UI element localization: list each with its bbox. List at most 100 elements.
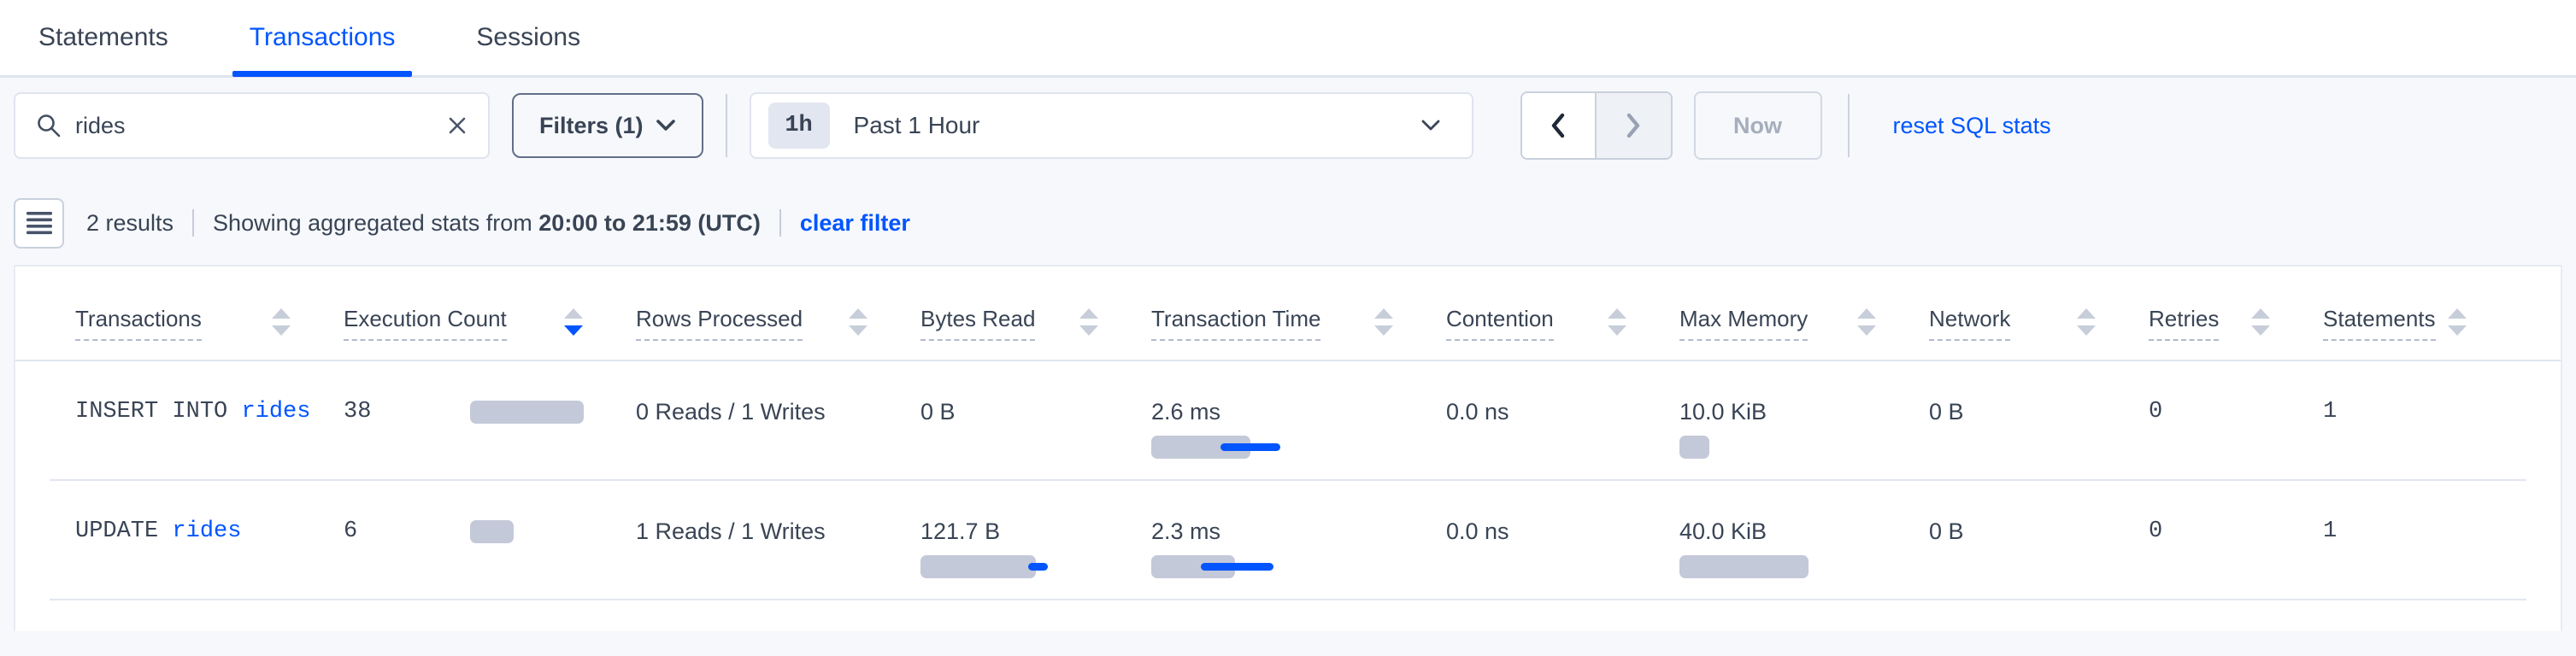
transaction-time-cell: 2.6 ms [1151,361,1446,481]
bytes-read-cell: 0 B [920,361,1151,481]
showing-stats-range: 20:00 to 21:59 (UTC) [538,210,761,236]
column-header-label[interactable]: Execution Count [344,306,507,341]
table-row: INSERT INTO rides380 Reads / 1 Writes0 B… [15,361,2561,481]
max-memory-cell: 10.0 KiB [1679,361,1929,481]
statements-cell: 1 [2323,481,2520,600]
tab-label: Sessions [476,23,580,52]
time-range-label: Past 1 Hour [854,112,1420,139]
column-header-bytes-read[interactable]: Bytes Read [920,306,1151,360]
divider [779,209,781,237]
next-time-range-button[interactable] [1597,93,1671,158]
divider [726,94,727,157]
results-count: 2 results [86,210,173,237]
filters-button[interactable]: Filters (1) [512,93,703,158]
table-row: UPDATE rides61 Reads / 1 Writes121.7 B2.… [15,481,2561,600]
sql-text: INSERT INTO [75,399,241,425]
divider [192,209,194,237]
column-header-label[interactable]: Retries [2149,306,2219,341]
bar-gray [1679,436,1709,459]
sort-icon[interactable] [562,307,585,337]
network-cell: 0 B [1929,361,2149,481]
network-cell: 0 B [1929,481,2149,600]
previous-time-range-button[interactable] [1522,93,1597,158]
column-header-max-memory[interactable]: Max Memory [1679,306,1929,360]
chevron-down-icon [1420,119,1441,132]
transaction-fingerprint-cell: INSERT INTO rides [75,361,344,481]
chevron-down-icon [656,119,676,132]
column-header-transactions[interactable]: Transactions [75,306,344,360]
results-bar: 2 results Showing aggregated stats from … [14,197,2562,249]
tab-sessions[interactable]: Sessions [459,0,597,75]
execution-count-bar [470,520,514,543]
column-header-network[interactable]: Network [1929,306,2149,360]
sort-icon[interactable] [1078,307,1100,337]
transactions-table: Transactions Execution Count Rows Processe… [14,265,2562,631]
bar-blue [1220,443,1280,451]
column-header-label[interactable]: Statements [2323,306,2436,341]
transaction-fingerprint-link[interactable]: rides [241,399,310,425]
table-header-row: Transactions Execution Count Rows Processe… [15,266,2561,361]
chevron-right-icon [1622,111,1644,140]
execution-count-cell: 38 [344,361,636,481]
now-button[interactable]: Now [1694,91,1822,160]
sort-icon[interactable] [847,307,869,337]
bytes-read-value: 0 B [920,399,1151,425]
execution-count-value: 38 [344,399,470,425]
transaction-time-cell: 2.3 ms [1151,481,1446,600]
column-header-rows-processed[interactable]: Rows Processed [636,306,920,360]
column-header-execution-count[interactable]: Execution Count [344,306,636,360]
execution-count-line: 38 [344,399,636,425]
sql-text: UPDATE [75,518,172,544]
execution-count-bar [470,401,584,424]
column-header-statements[interactable]: Statements [2323,306,2520,360]
column-header-transaction-time[interactable]: Transaction Time [1151,306,1446,360]
showing-stats-text: Showing aggregated stats from 20:00 to 2… [213,210,761,237]
retries-cell: 0 [2149,361,2323,481]
sort-icon[interactable] [1373,307,1395,337]
column-header-contention[interactable]: Contention [1446,306,1679,360]
divider [1848,94,1850,157]
column-header-label[interactable]: Transaction Time [1151,306,1320,341]
column-header-label[interactable]: Network [1929,306,2010,341]
column-list-icon [26,210,53,236]
bar-blue [1201,563,1273,571]
bar-blue [1028,563,1048,571]
tab-label: Statements [38,23,168,52]
tab-statements[interactable]: Statements [21,0,185,75]
rows-processed-cell: 0 Reads / 1 Writes [636,361,920,481]
sort-icon[interactable] [2446,307,2468,337]
time-range-badge: 1h [768,102,830,149]
filters-button-label: Filters (1) [539,113,644,139]
sort-icon[interactable] [2250,307,2272,337]
sort-icon[interactable] [270,307,292,337]
contention-cell: 0.0 ns [1446,481,1679,600]
reset-sql-stats-link[interactable]: reset SQL stats [1893,113,2051,139]
sort-icon[interactable] [2075,307,2097,337]
time-range-selector[interactable]: 1h Past 1 Hour [750,92,1473,159]
column-header-label[interactable]: Transactions [75,306,202,341]
tab-label: Transactions [250,23,396,52]
search-box[interactable] [14,92,490,159]
column-selector-button[interactable] [14,198,64,249]
column-header-label[interactable]: Bytes Read [920,306,1035,341]
contention-value: 0.0 ns [1446,518,1679,545]
column-header-retries[interactable]: Retries [2149,306,2323,360]
row-separator [50,599,2526,600]
sort-icon[interactable] [1606,307,1628,337]
bytes-read-cell: 121.7 B [920,481,1151,600]
tabs-bar: Statements Transactions Sessions [0,0,2576,75]
sort-icon[interactable] [1856,307,1878,337]
transaction-fingerprint-link[interactable]: rides [172,518,241,544]
close-icon[interactable] [447,115,468,136]
filter-row: Filters (1) 1h Past 1 Hour [14,78,2562,160]
time-range-nav [1520,91,1673,160]
clear-filter-link[interactable]: clear filter [800,210,910,237]
column-header-label[interactable]: Contention [1446,306,1554,341]
tab-transactions[interactable]: Transactions [232,0,413,75]
search-icon [36,113,62,138]
max-memory-value: 10.0 KiB [1679,399,1929,425]
retries-cell: 0 [2149,481,2323,600]
column-header-label[interactable]: Max Memory [1679,306,1808,341]
column-header-label[interactable]: Rows Processed [636,306,803,341]
search-input[interactable] [75,113,447,139]
